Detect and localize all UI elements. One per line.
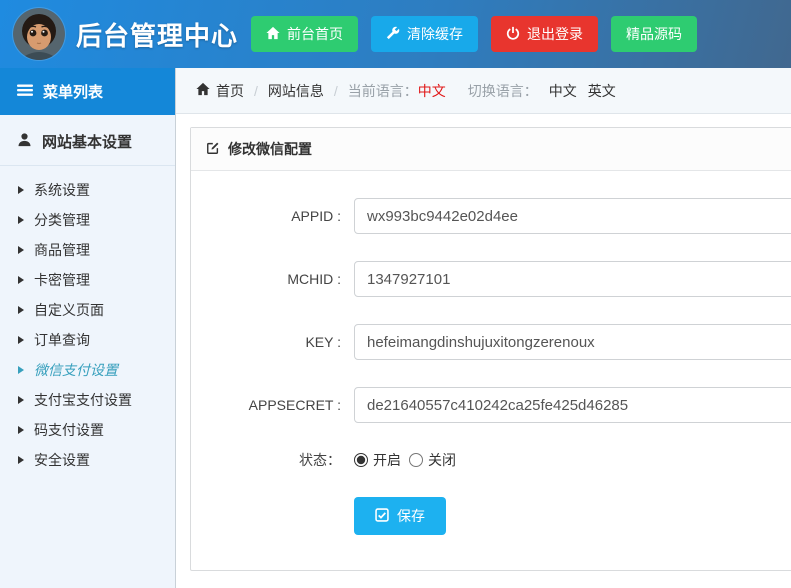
caret-right-icon: [18, 396, 24, 404]
sidebar-item-custom-pages[interactable]: 自定义页面: [0, 295, 175, 325]
caret-right-icon: [18, 336, 24, 344]
sidebar: 菜单列表 网站基本设置 系统设置 分类管理 商品管理 卡密管理: [0, 68, 176, 588]
wrench-icon: [386, 26, 400, 43]
sidebar-item-label: 微信支付设置: [34, 362, 118, 378]
wechat-config-panel: 修改微信配置 APPID : MCHID : KEY :: [190, 127, 791, 571]
power-icon: [506, 26, 520, 43]
edit-icon: [206, 141, 220, 158]
sidebar-item-label: 卡密管理: [34, 272, 90, 288]
list-icon: [17, 82, 33, 102]
breadcrumb-section[interactable]: 网站信息: [268, 81, 324, 101]
breadcrumb-separator: /: [254, 83, 258, 99]
status-on-label: 开启: [373, 450, 401, 470]
sidebar-item-label: 码支付设置: [34, 422, 104, 438]
caret-right-icon: [18, 366, 24, 374]
sidebar-item-category-management[interactable]: 分类管理: [0, 205, 175, 235]
status-label: 状态：: [191, 450, 354, 470]
caret-right-icon: [18, 216, 24, 224]
mchid-label: MCHID :: [191, 271, 354, 287]
caret-right-icon: [18, 456, 24, 464]
language-link-english[interactable]: 英文: [588, 81, 616, 101]
source-code-button[interactable]: 精品源码: [611, 16, 697, 52]
top-header: 后台管理中心 前台首页 清除缓存 退出登录 精品源码: [0, 0, 791, 68]
save-button-label: 保存: [397, 506, 425, 526]
sidebar-section-website-settings[interactable]: 网站基本设置: [0, 115, 175, 166]
user-icon: [17, 132, 32, 151]
home-icon: [196, 82, 216, 99]
section-title-label: 网站基本设置: [42, 131, 132, 152]
sidebar-item-label: 支付宝支付设置: [34, 392, 132, 408]
appid-label: APPID :: [191, 208, 354, 224]
sidebar-item-label: 安全设置: [34, 452, 90, 468]
logout-button[interactable]: 退出登录: [491, 16, 598, 52]
current-language-label: 当前语言：: [348, 81, 418, 101]
sidebar-item-label: 系统设置: [34, 182, 90, 198]
sidebar-item-wechat-pay-settings[interactable]: 微信支付设置: [0, 355, 175, 385]
caret-right-icon: [18, 186, 24, 194]
switch-language-label: 切换语言：: [468, 81, 538, 101]
content-area: 修改微信配置 APPID : MCHID : KEY :: [176, 114, 791, 588]
sidebar-item-label: 商品管理: [34, 242, 90, 258]
save-button[interactable]: 保存: [354, 497, 446, 535]
key-label: KEY :: [191, 334, 354, 350]
wechat-config-form: APPID : MCHID : KEY : APPSECRET :: [191, 171, 791, 535]
main-area: 首页 / 网站信息 / 当前语言： 中文 切换语言： 中文 英文 修改微信配置: [176, 68, 791, 588]
language-link-chinese[interactable]: 中文: [549, 81, 577, 101]
main-layout: 菜单列表 网站基本设置 系统设置 分类管理 商品管理 卡密管理: [0, 68, 791, 588]
sidebar-item-label: 分类管理: [34, 212, 90, 228]
appsecret-label: APPSECRET :: [191, 397, 354, 413]
form-row-appid: APPID :: [191, 198, 791, 234]
appid-input[interactable]: [354, 198, 791, 234]
form-row-appsecret: APPSECRET :: [191, 387, 791, 423]
form-row-status: 状态： 开启 关闭: [191, 450, 791, 470]
sidebar-item-codepay-settings[interactable]: 码支付设置: [0, 415, 175, 445]
clear-cache-label: 清除缓存: [407, 24, 463, 44]
sidebar-item-label: 订单查询: [34, 332, 90, 348]
current-language-value: 中文: [418, 81, 446, 101]
sidebar-item-order-query[interactable]: 订单查询: [0, 325, 175, 355]
sidebar-item-alipay-settings[interactable]: 支付宝支付设置: [0, 385, 175, 415]
form-row-mchid: MCHID :: [191, 261, 791, 297]
sidebar-menu-list: 系统设置 分类管理 商品管理 卡密管理 自定义页面 订单查询: [0, 166, 175, 475]
panel-header: 修改微信配置: [191, 128, 791, 171]
mchid-input[interactable]: [354, 261, 791, 297]
sidebar-menu-header: 菜单列表: [0, 68, 175, 115]
app-title: 后台管理中心: [76, 16, 238, 53]
source-code-label: 精品源码: [626, 24, 682, 44]
avatar-image: [13, 8, 65, 60]
caret-right-icon: [18, 426, 24, 434]
menu-header-label: 菜单列表: [43, 81, 103, 102]
logout-label: 退出登录: [527, 24, 583, 44]
panel-title: 修改微信配置: [228, 139, 312, 159]
sidebar-item-security-settings[interactable]: 安全设置: [0, 445, 175, 475]
sidebar-item-card-key-management[interactable]: 卡密管理: [0, 265, 175, 295]
breadcrumb-separator: /: [334, 83, 338, 99]
sidebar-item-label: 自定义页面: [34, 302, 104, 318]
status-off-label: 关闭: [428, 450, 456, 470]
sidebar-item-product-management[interactable]: 商品管理: [0, 235, 175, 265]
sidebar-item-system-settings[interactable]: 系统设置: [0, 175, 175, 205]
breadcrumb-home[interactable]: 首页: [216, 81, 244, 101]
status-option-on[interactable]: 开启: [354, 450, 401, 470]
check-square-icon: [375, 508, 389, 525]
breadcrumb: 首页 / 网站信息 / 当前语言： 中文 切换语言： 中文 英文: [176, 68, 791, 114]
home-icon: [266, 26, 280, 43]
front-home-button[interactable]: 前台首页: [251, 16, 358, 52]
clear-cache-button[interactable]: 清除缓存: [371, 16, 478, 52]
key-input[interactable]: [354, 324, 791, 360]
status-option-off[interactable]: 关闭: [409, 450, 456, 470]
caret-right-icon: [18, 306, 24, 314]
avatar[interactable]: [13, 8, 65, 60]
appsecret-input[interactable]: [354, 387, 791, 423]
status-radio-off[interactable]: [409, 453, 423, 467]
caret-right-icon: [18, 246, 24, 254]
form-row-key: KEY :: [191, 324, 791, 360]
front-home-label: 前台首页: [287, 24, 343, 44]
caret-right-icon: [18, 276, 24, 284]
status-radio-on[interactable]: [354, 453, 368, 467]
